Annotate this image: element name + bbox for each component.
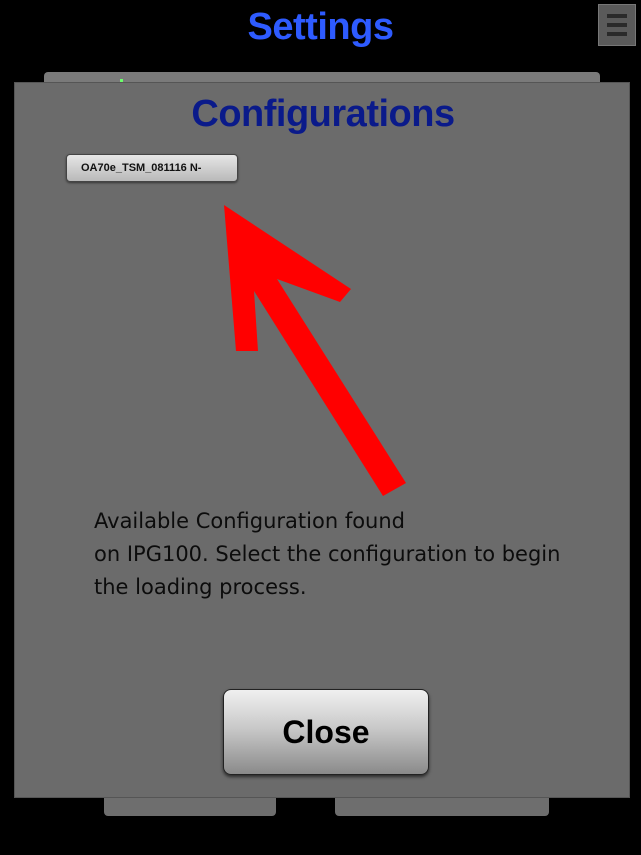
app-screen: Settings Configurations OA70e_TSM_081116…: [0, 0, 641, 855]
arrow-shape: [224, 205, 406, 496]
hamburger-icon: [607, 23, 627, 27]
configurations-dialog: Configurations OA70e_TSM_081116 N- Avail…: [14, 82, 630, 798]
hamburger-icon: [607, 32, 627, 36]
background-tab-right: [335, 796, 549, 816]
info-message: Available Configuration found on IPG100.…: [94, 509, 561, 599]
menu-button[interactable]: [598, 4, 636, 46]
background-tab-left: [104, 796, 276, 816]
page-title: Settings: [247, 6, 394, 48]
dialog-title: Configurations: [191, 93, 455, 135]
configuration-button[interactable]: OA70e_TSM_081116 N-: [66, 154, 238, 182]
close-button[interactable]: Close: [223, 689, 429, 775]
hamburger-icon: [607, 14, 627, 18]
